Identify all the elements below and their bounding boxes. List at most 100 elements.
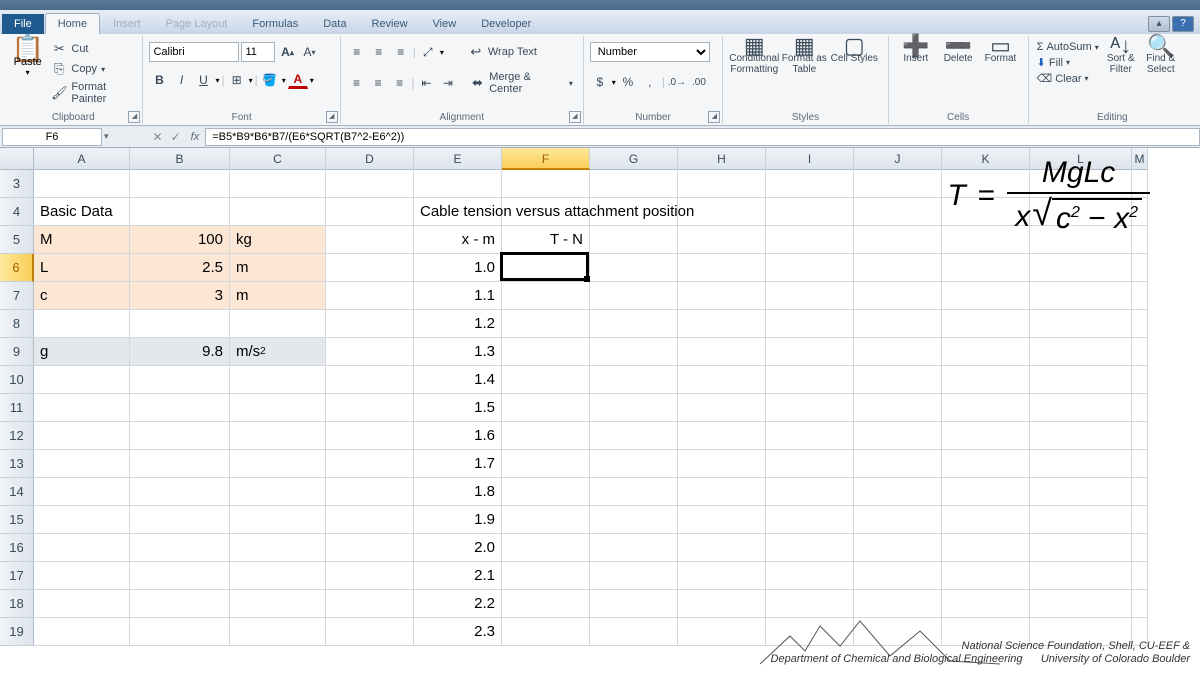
cell-I11[interactable] xyxy=(766,394,854,422)
cell-E8[interactable]: 1.2 xyxy=(414,310,502,338)
cell-J8[interactable] xyxy=(854,310,942,338)
cell-C17[interactable] xyxy=(230,562,326,590)
cell-G6[interactable] xyxy=(590,254,678,282)
cell-K7[interactable] xyxy=(942,282,1030,310)
dec-indent-icon[interactable]: ⇤ xyxy=(417,73,437,93)
cell-E7[interactable]: 1.1 xyxy=(414,282,502,310)
align-middle-icon[interactable]: ≡ xyxy=(369,42,389,62)
cell-A6[interactable]: L xyxy=(34,254,130,282)
cell-D16[interactable] xyxy=(326,534,414,562)
col-header-F[interactable]: F xyxy=(502,148,590,170)
cell-D5[interactable] xyxy=(326,226,414,254)
row-header-16[interactable]: 16 xyxy=(0,534,34,562)
cell-H17[interactable] xyxy=(678,562,766,590)
cell-F18[interactable] xyxy=(502,590,590,618)
shrink-font-icon[interactable]: A▾ xyxy=(299,42,319,62)
cell-I10[interactable] xyxy=(766,366,854,394)
cell-K13[interactable] xyxy=(942,450,1030,478)
font-size-select[interactable] xyxy=(241,42,275,62)
cell-A3[interactable] xyxy=(34,170,130,198)
cell-M18[interactable] xyxy=(1132,590,1148,618)
number-dialog-icon[interactable]: ◢ xyxy=(708,111,720,123)
sort-filter-button[interactable]: ᴬ↓Sort & Filter xyxy=(1101,38,1141,86)
cell-E6[interactable]: 1.0 xyxy=(414,254,502,282)
cell-F7[interactable] xyxy=(502,282,590,310)
merge-center-button[interactable]: ⬌Merge & Center ▾ xyxy=(466,70,577,96)
fill-color-button[interactable]: 🪣 xyxy=(260,70,280,90)
cell-C7[interactable]: m xyxy=(230,282,326,310)
cell-L14[interactable] xyxy=(1030,478,1132,506)
italic-button[interactable]: I xyxy=(171,70,191,90)
cell-B11[interactable] xyxy=(130,394,230,422)
clear-button[interactable]: ⌫Clear ▾ xyxy=(1035,71,1101,86)
enter-formula-icon[interactable]: ✓ xyxy=(167,130,185,144)
col-header-D[interactable]: D xyxy=(326,148,414,170)
alignment-dialog-icon[interactable]: ◢ xyxy=(569,111,581,123)
row-header-6[interactable]: 6 xyxy=(0,254,34,282)
row-header-14[interactable]: 14 xyxy=(0,478,34,506)
cell-M10[interactable] xyxy=(1132,366,1148,394)
cell-I8[interactable] xyxy=(766,310,854,338)
cell-L17[interactable] xyxy=(1030,562,1132,590)
orientation-icon[interactable]: ⤢ xyxy=(418,42,438,62)
cell-J5[interactable] xyxy=(854,226,942,254)
row-header-8[interactable]: 8 xyxy=(0,310,34,338)
cell-K14[interactable] xyxy=(942,478,1030,506)
tab-formulas[interactable]: Formulas xyxy=(240,14,310,34)
percent-icon[interactable]: % xyxy=(618,72,638,92)
cell-I13[interactable] xyxy=(766,450,854,478)
cell-C13[interactable] xyxy=(230,450,326,478)
cell-J3[interactable] xyxy=(854,170,942,198)
cell-E12[interactable]: 1.6 xyxy=(414,422,502,450)
cell-I6[interactable] xyxy=(766,254,854,282)
cell-F19[interactable] xyxy=(502,618,590,646)
cell-A7[interactable]: c xyxy=(34,282,130,310)
formula-bar[interactable] xyxy=(205,128,1200,146)
cell-G7[interactable] xyxy=(590,282,678,310)
cell-L7[interactable] xyxy=(1030,282,1132,310)
cell-C18[interactable] xyxy=(230,590,326,618)
cell-H15[interactable] xyxy=(678,506,766,534)
cell-F17[interactable] xyxy=(502,562,590,590)
cell-F8[interactable] xyxy=(502,310,590,338)
cell-D3[interactable] xyxy=(326,170,414,198)
cell-D4[interactable] xyxy=(326,198,414,226)
cell-K11[interactable] xyxy=(942,394,1030,422)
cell-B15[interactable] xyxy=(130,506,230,534)
cell-M15[interactable] xyxy=(1132,506,1148,534)
cut-button[interactable]: ✂Cut xyxy=(47,40,136,58)
cell-G19[interactable] xyxy=(590,618,678,646)
cell-I4[interactable] xyxy=(766,198,854,226)
cell-I12[interactable] xyxy=(766,422,854,450)
cell-I16[interactable] xyxy=(766,534,854,562)
cell-H13[interactable] xyxy=(678,450,766,478)
chevron-down-icon[interactable]: ▾ xyxy=(26,68,30,77)
cell-K15[interactable] xyxy=(942,506,1030,534)
cell-H10[interactable] xyxy=(678,366,766,394)
cell-I5[interactable] xyxy=(766,226,854,254)
cell-B14[interactable] xyxy=(130,478,230,506)
tab-review[interactable]: Review xyxy=(359,14,419,34)
cell-J7[interactable] xyxy=(854,282,942,310)
cell-E5[interactable]: x - m xyxy=(414,226,502,254)
font-color-button[interactable]: A xyxy=(288,72,308,89)
cell-H7[interactable] xyxy=(678,282,766,310)
row-header-9[interactable]: 9 xyxy=(0,338,34,366)
cell-B9[interactable]: 9.8 xyxy=(130,338,230,366)
col-header-H[interactable]: H xyxy=(678,148,766,170)
cell-H5[interactable] xyxy=(678,226,766,254)
cell-I17[interactable] xyxy=(766,562,854,590)
row-header-15[interactable]: 15 xyxy=(0,506,34,534)
cell-H16[interactable] xyxy=(678,534,766,562)
cell-D15[interactable] xyxy=(326,506,414,534)
cell-D11[interactable] xyxy=(326,394,414,422)
cell-E3[interactable] xyxy=(414,170,502,198)
tab-data[interactable]: Data xyxy=(311,14,358,34)
align-right-icon[interactable]: ≡ xyxy=(390,73,410,93)
border-button[interactable]: ⊞ xyxy=(227,70,247,90)
delete-cells-button[interactable]: ➖Delete xyxy=(937,38,979,64)
cell-E18[interactable]: 2.2 xyxy=(414,590,502,618)
cell-F6[interactable]: 2599 xyxy=(502,254,590,282)
cell-G8[interactable] xyxy=(590,310,678,338)
clipboard-dialog-icon[interactable]: ◢ xyxy=(128,111,140,123)
